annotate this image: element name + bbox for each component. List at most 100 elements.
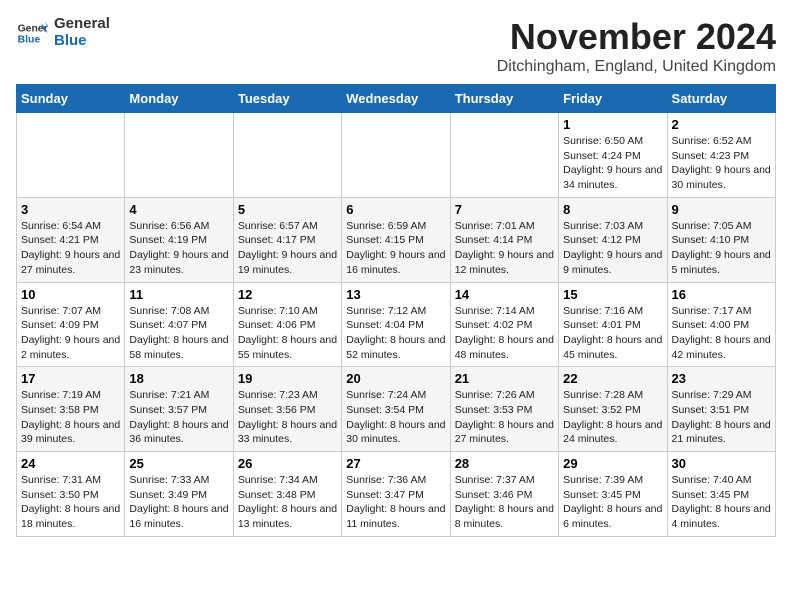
day-number: 22 [563,371,662,386]
day-info: Sunrise: 7:10 AM Sunset: 4:06 PM Dayligh… [238,304,337,363]
day-info: Sunrise: 7:34 AM Sunset: 3:48 PM Dayligh… [238,473,337,532]
day-cell: 25 Sunrise: 7:33 AM Sunset: 3:49 PM Dayli… [125,452,233,537]
day-cell: 2 Sunrise: 6:52 AM Sunset: 4:23 PM Daylig… [667,113,775,198]
day-number: 11 [129,287,228,302]
day-info: Sunrise: 7:39 AM Sunset: 3:45 PM Dayligh… [563,473,662,532]
day-info: Sunrise: 7:14 AM Sunset: 4:02 PM Dayligh… [455,304,554,363]
day-number: 15 [563,287,662,302]
day-number: 6 [346,202,445,217]
day-info: Sunrise: 7:08 AM Sunset: 4:07 PM Dayligh… [129,304,228,363]
day-info: Sunrise: 7:33 AM Sunset: 3:49 PM Dayligh… [129,473,228,532]
day-number: 28 [455,456,554,471]
logo: General Blue General Blue [16,16,110,49]
day-number: 21 [455,371,554,386]
day-number: 29 [563,456,662,471]
day-info: Sunrise: 7:16 AM Sunset: 4:01 PM Dayligh… [563,304,662,363]
day-cell: 22Sunrise: 7:28 AM Sunset: 3:52 PM Dayli… [559,367,667,452]
day-number: 27 [346,456,445,471]
day-info: Sunrise: 7:03 AM Sunset: 4:12 PM Dayligh… [563,219,662,278]
day-info: Sunrise: 6:54 AM Sunset: 4:21 PM Dayligh… [21,219,120,278]
logo-blue: Blue [54,33,110,50]
day-number: 10 [21,287,120,302]
day-cell: 18 Sunrise: 7:21 AM Sunset: 3:57 PM Dayli… [125,367,233,452]
day-info: Sunrise: 7:24 AM Sunset: 3:54 PM Dayligh… [346,388,445,447]
day-number: 12 [238,287,337,302]
location: Ditchingham, England, United Kingdom [497,58,776,76]
day-number: 25 [129,456,228,471]
day-number: 7 [455,202,554,217]
calendar-table: SundayMondayTuesdayWednesdayThursdayFrid… [16,84,776,537]
day-cell [450,113,558,198]
day-number: 14 [455,287,554,302]
day-info: Sunrise: 7:31 AM Sunset: 3:50 PM Dayligh… [21,473,120,532]
day-info: Sunrise: 7:19 AM Sunset: 3:58 PM Dayligh… [21,388,120,447]
day-info: Sunrise: 7:12 AM Sunset: 4:04 PM Dayligh… [346,304,445,363]
day-header-thursday: Thursday [450,85,558,113]
week-row-0: 1 Sunrise: 6:50 AM Sunset: 4:24 PM Daylig… [17,113,776,198]
day-header-sunday: Sunday [17,85,125,113]
day-cell: 10 Sunrise: 7:07 AM Sunset: 4:09 PM Dayli… [17,282,125,367]
svg-text:Blue: Blue [18,34,41,45]
month-title: November 2024 [497,16,776,58]
day-cell: 27 Sunrise: 7:36 AM Sunset: 3:47 PM Dayli… [342,452,450,537]
day-cell: 16 Sunrise: 7:17 AM Sunset: 4:00 PM Dayli… [667,282,775,367]
day-cell: 26Sunrise: 7:34 AM Sunset: 3:48 PM Dayli… [233,452,341,537]
day-info: Sunrise: 7:05 AM Sunset: 4:10 PM Dayligh… [672,219,771,278]
day-info: Sunrise: 6:56 AM Sunset: 4:19 PM Dayligh… [129,219,228,278]
day-number: 16 [672,287,771,302]
day-number: 1 [563,117,662,132]
day-number: 18 [129,371,228,386]
day-header-wednesday: Wednesday [342,85,450,113]
page-header: General Blue General Blue November 2024 … [16,16,776,76]
day-info: Sunrise: 7:23 AM Sunset: 3:56 PM Dayligh… [238,388,337,447]
day-number: 23 [672,371,771,386]
day-info: Sunrise: 6:52 AM Sunset: 4:23 PM Dayligh… [672,134,771,193]
day-header-monday: Monday [125,85,233,113]
day-header-tuesday: Tuesday [233,85,341,113]
day-info: Sunrise: 7:36 AM Sunset: 3:47 PM Dayligh… [346,473,445,532]
day-number: 19 [238,371,337,386]
day-number: 17 [21,371,120,386]
day-number: 13 [346,287,445,302]
day-info: Sunrise: 7:40 AM Sunset: 3:45 PM Dayligh… [672,473,771,532]
day-cell: 15 Sunrise: 7:16 AM Sunset: 4:01 PM Dayli… [559,282,667,367]
day-cell: 1 Sunrise: 6:50 AM Sunset: 4:24 PM Daylig… [559,113,667,198]
day-cell: 12 Sunrise: 7:10 AM Sunset: 4:06 PM Dayli… [233,282,341,367]
day-number: 3 [21,202,120,217]
logo-icon: General Blue [16,17,48,49]
day-info: Sunrise: 7:07 AM Sunset: 4:09 PM Dayligh… [21,304,120,363]
week-row-3: 17 Sunrise: 7:19 AM Sunset: 3:58 PM Dayli… [17,367,776,452]
day-number: 30 [672,456,771,471]
week-row-1: 3 Sunrise: 6:54 AM Sunset: 4:21 PM Daylig… [17,197,776,282]
day-info: Sunrise: 7:37 AM Sunset: 3:46 PM Dayligh… [455,473,554,532]
day-number: 5 [238,202,337,217]
day-cell [233,113,341,198]
day-cell [17,113,125,198]
day-cell: 8 Sunrise: 7:03 AM Sunset: 4:12 PM Daylig… [559,197,667,282]
day-cell: 20 Sunrise: 7:24 AM Sunset: 3:54 PM Dayli… [342,367,450,452]
day-info: Sunrise: 7:26 AM Sunset: 3:53 PM Dayligh… [455,388,554,447]
day-cell: 30 Sunrise: 7:40 AM Sunset: 3:45 PM Dayli… [667,452,775,537]
day-cell: 9Sunrise: 7:05 AM Sunset: 4:10 PM Daylig… [667,197,775,282]
day-cell: 7Sunrise: 7:01 AM Sunset: 4:14 PM Daylig… [450,197,558,282]
day-info: Sunrise: 6:50 AM Sunset: 4:24 PM Dayligh… [563,134,662,193]
day-cell: 14 Sunrise: 7:14 AM Sunset: 4:02 PM Dayli… [450,282,558,367]
day-cell: 4 Sunrise: 6:56 AM Sunset: 4:19 PM Daylig… [125,197,233,282]
day-cell: 6Sunrise: 6:59 AM Sunset: 4:15 PM Daylig… [342,197,450,282]
day-header-friday: Friday [559,85,667,113]
day-number: 8 [563,202,662,217]
days-header-row: SundayMondayTuesdayWednesdayThursdayFrid… [17,85,776,113]
day-cell: 13 Sunrise: 7:12 AM Sunset: 4:04 PM Dayli… [342,282,450,367]
title-block: November 2024 Ditchingham, England, Unit… [497,16,776,76]
day-number: 2 [672,117,771,132]
day-info: Sunrise: 7:29 AM Sunset: 3:51 PM Dayligh… [672,388,771,447]
day-cell: 3 Sunrise: 6:54 AM Sunset: 4:21 PM Daylig… [17,197,125,282]
day-info: Sunrise: 7:21 AM Sunset: 3:57 PM Dayligh… [129,388,228,447]
day-cell: 21 Sunrise: 7:26 AM Sunset: 3:53 PM Dayli… [450,367,558,452]
day-number: 20 [346,371,445,386]
logo-general: General [54,16,110,33]
day-cell: 24Sunrise: 7:31 AM Sunset: 3:50 PM Dayli… [17,452,125,537]
day-info: Sunrise: 7:17 AM Sunset: 4:00 PM Dayligh… [672,304,771,363]
day-cell: 23 Sunrise: 7:29 AM Sunset: 3:51 PM Dayli… [667,367,775,452]
day-number: 4 [129,202,228,217]
